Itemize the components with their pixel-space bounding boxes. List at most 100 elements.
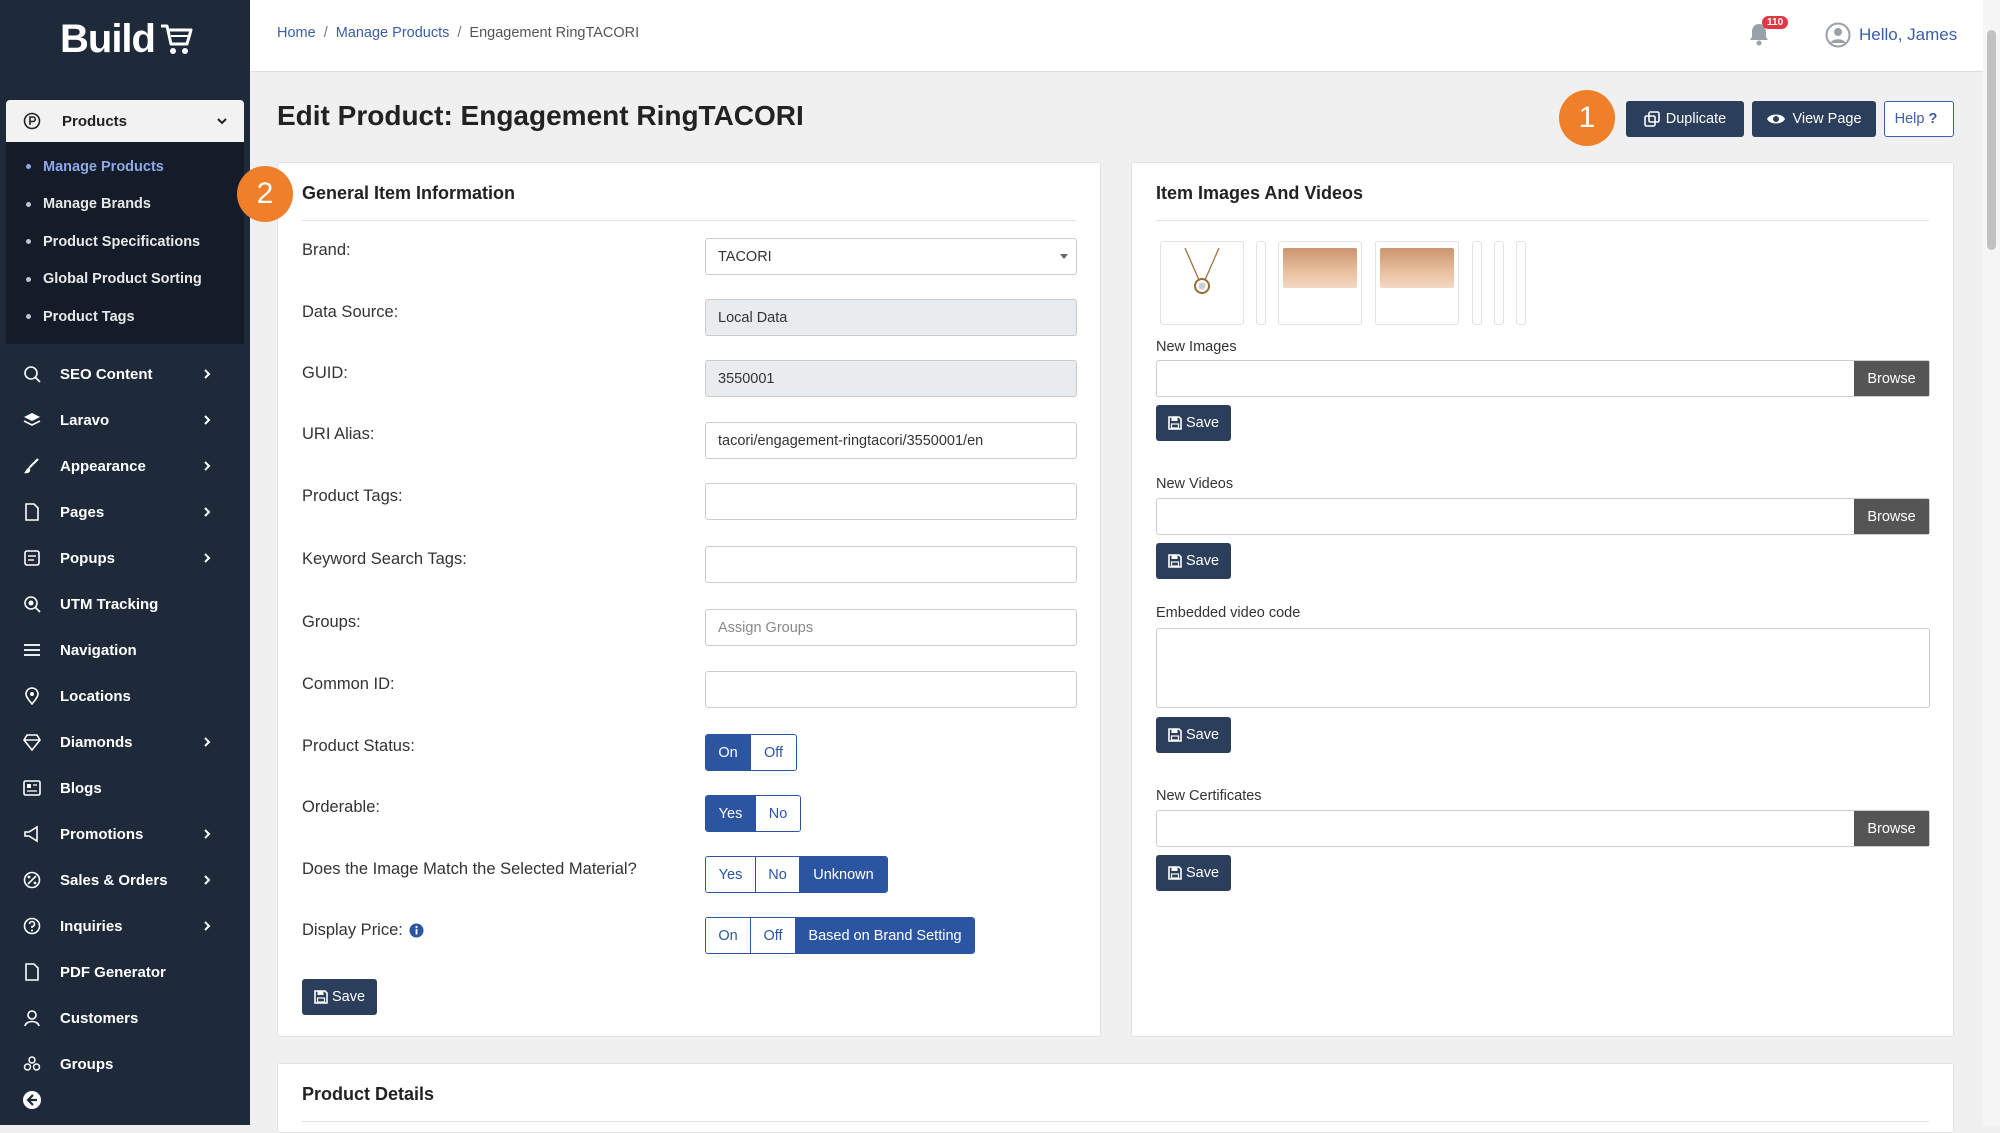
data-source-value: Local Data xyxy=(718,309,788,326)
sidebar-item-blogs[interactable]: Blogs xyxy=(0,765,250,811)
image-match-no-option[interactable]: No xyxy=(756,857,800,892)
uri-alias-label: URI Alias: xyxy=(302,425,375,443)
sidebar-subitem-product-specifications[interactable]: Product Specifications xyxy=(6,223,244,261)
sidebar-item-pdf-generator[interactable]: PDF Generator xyxy=(0,949,250,995)
view-page-button[interactable]: View Page xyxy=(1752,101,1876,137)
sidebar-item-customers[interactable]: Customers xyxy=(0,995,250,1041)
user-menu[interactable]: Hello, James xyxy=(1825,22,1957,48)
product-image-thumb[interactable] xyxy=(1375,241,1459,325)
sidebar-item-groups[interactable]: Groups xyxy=(0,1041,250,1087)
sidebar-item-diamonds[interactable]: Diamonds xyxy=(0,719,250,765)
sidebar-item-sales-and-orders[interactable]: Sales & Orders xyxy=(0,857,250,903)
display-price-brand-option[interactable]: Based on Brand Setting xyxy=(796,918,974,953)
sidebar-item-label: Locations xyxy=(60,687,131,705)
sidebar-item-seo-content[interactable]: SEO Content xyxy=(0,351,250,397)
uri-alias-input[interactable]: tacori/engagement-ringtacori/3550001/en xyxy=(705,422,1077,459)
sidebar-item-navigation[interactable]: Navigation xyxy=(0,627,250,673)
guid-field: 3550001 xyxy=(705,360,1077,397)
user-avatar-icon xyxy=(1825,22,1851,48)
orderable-yes-option[interactable]: Yes xyxy=(706,796,756,831)
chevron-right-icon xyxy=(204,461,211,471)
blog-icon xyxy=(22,778,42,798)
new-images-label: New Images xyxy=(1156,339,1237,355)
keyword-tags-input[interactable] xyxy=(705,546,1077,583)
duplicate-button[interactable]: Duplicate xyxy=(1626,101,1744,137)
browse-images-button[interactable]: Browse xyxy=(1854,361,1929,396)
logo[interactable]: Build xyxy=(60,14,193,64)
scrollbar-thumb[interactable] xyxy=(1987,30,1996,250)
sidebar-item-pages[interactable]: Pages xyxy=(0,489,250,535)
sidebar-item-promotions[interactable]: Promotions xyxy=(0,811,250,857)
status-on-option[interactable]: On xyxy=(706,735,751,770)
model-neck-image xyxy=(1380,248,1454,288)
floppy-disk-icon xyxy=(1168,728,1182,742)
bullet-icon xyxy=(26,276,31,282)
step-marker-1: 1 xyxy=(1559,90,1615,146)
sidebar-item-products[interactable]: Products xyxy=(6,100,244,142)
sidebar-item-laravo[interactable]: Laravo xyxy=(0,397,250,443)
new-images-file-input[interactable]: Browse xyxy=(1156,360,1930,397)
sidebar-item-locations[interactable]: Locations xyxy=(0,673,250,719)
sidebar-item-inquiries[interactable]: Inquiries xyxy=(0,903,250,949)
orderable-no-option[interactable]: No xyxy=(756,796,800,831)
sidebar-item-label: Diamonds xyxy=(60,733,133,751)
page-title: Edit Product: Engagement RingTACORI xyxy=(277,100,804,131)
sidebar-subitem-product-tags[interactable]: Product Tags xyxy=(6,298,244,336)
sidebar-subitem-manage-brands[interactable]: Manage Brands xyxy=(6,186,244,224)
sidebar-item-label: Popups xyxy=(60,549,115,567)
collapse-sidebar-icon[interactable] xyxy=(22,1090,42,1110)
certificates-save-button[interactable]: Save xyxy=(1156,855,1232,891)
sidebar-subitem-manage-products[interactable]: Manage Products xyxy=(6,148,244,186)
model-neck-image xyxy=(1283,248,1357,288)
brush-icon xyxy=(22,456,42,476)
chevron-right-icon xyxy=(204,553,211,563)
image-thumb-empty[interactable] xyxy=(1494,241,1504,325)
sidebar-item-appearance[interactable]: Appearance xyxy=(0,443,250,489)
general-save-button[interactable]: Save xyxy=(302,979,378,1015)
eye-icon xyxy=(1767,114,1786,124)
sidebar-item-label: Navigation xyxy=(60,641,137,659)
image-match-unknown-option[interactable]: Unknown xyxy=(800,857,887,892)
brand-select[interactable]: TACORI xyxy=(705,238,1077,275)
images-save-button[interactable]: Save xyxy=(1156,405,1232,441)
data-source-label: Data Source: xyxy=(302,303,399,321)
dropdown-caret-icon xyxy=(1060,254,1068,259)
sidebar-subitem-global-product-sorting[interactable]: Global Product Sorting xyxy=(6,261,244,299)
image-thumb-empty[interactable] xyxy=(1472,241,1482,325)
common-id-input[interactable] xyxy=(705,671,1077,708)
breadcrumb-manage-products[interactable]: Manage Products xyxy=(336,25,450,41)
new-certificates-file-input[interactable]: Browse xyxy=(1156,810,1930,847)
product-tags-input[interactable] xyxy=(705,483,1077,520)
product-details-panel: Product Details xyxy=(277,1063,1954,1133)
browse-certificates-button[interactable]: Browse xyxy=(1854,811,1929,846)
new-videos-file-input[interactable]: Browse xyxy=(1156,498,1930,535)
embedded-save-button[interactable]: Save xyxy=(1156,717,1232,753)
groups-label: Groups: xyxy=(302,613,361,631)
browse-videos-button[interactable]: Browse xyxy=(1854,499,1929,534)
display-price-label: Display Price: xyxy=(302,921,403,939)
pendant-image xyxy=(1184,247,1220,294)
display-price-on-option[interactable]: On xyxy=(706,918,751,953)
image-match-yes-option[interactable]: Yes xyxy=(706,857,756,892)
info-icon[interactable] xyxy=(409,923,424,938)
image-thumb-empty[interactable] xyxy=(1516,241,1526,325)
sidebar-item-popups[interactable]: Popups xyxy=(0,535,250,581)
breadcrumb-home[interactable]: Home xyxy=(277,25,316,41)
panel-title: Item Images And Videos xyxy=(1156,183,1364,203)
page-scrollbar[interactable] xyxy=(1983,0,2000,1125)
product-image-thumb[interactable] xyxy=(1278,241,1362,325)
display-price-off-option[interactable]: Off xyxy=(751,918,796,953)
image-thumb-empty[interactable] xyxy=(1256,241,1266,325)
breadcrumb: Home / Manage Products / Engagement RingTACO… xyxy=(277,25,639,41)
help-button[interactable]: Help ? xyxy=(1884,101,1954,137)
keyword-tags-label: Keyword Search Tags: xyxy=(302,550,467,568)
floppy-disk-icon xyxy=(1168,866,1182,880)
divider xyxy=(302,220,1076,221)
status-off-option[interactable]: Off xyxy=(751,735,796,770)
sidebar-item-utm-tracking[interactable]: UTM Tracking xyxy=(0,581,250,627)
groups-input[interactable]: Assign Groups xyxy=(705,609,1077,646)
videos-save-button[interactable]: Save xyxy=(1156,543,1232,579)
product-image-thumb[interactable] xyxy=(1160,241,1244,325)
sidebar-item-label: Customers xyxy=(60,1009,139,1027)
embedded-video-textarea[interactable] xyxy=(1156,628,1930,708)
